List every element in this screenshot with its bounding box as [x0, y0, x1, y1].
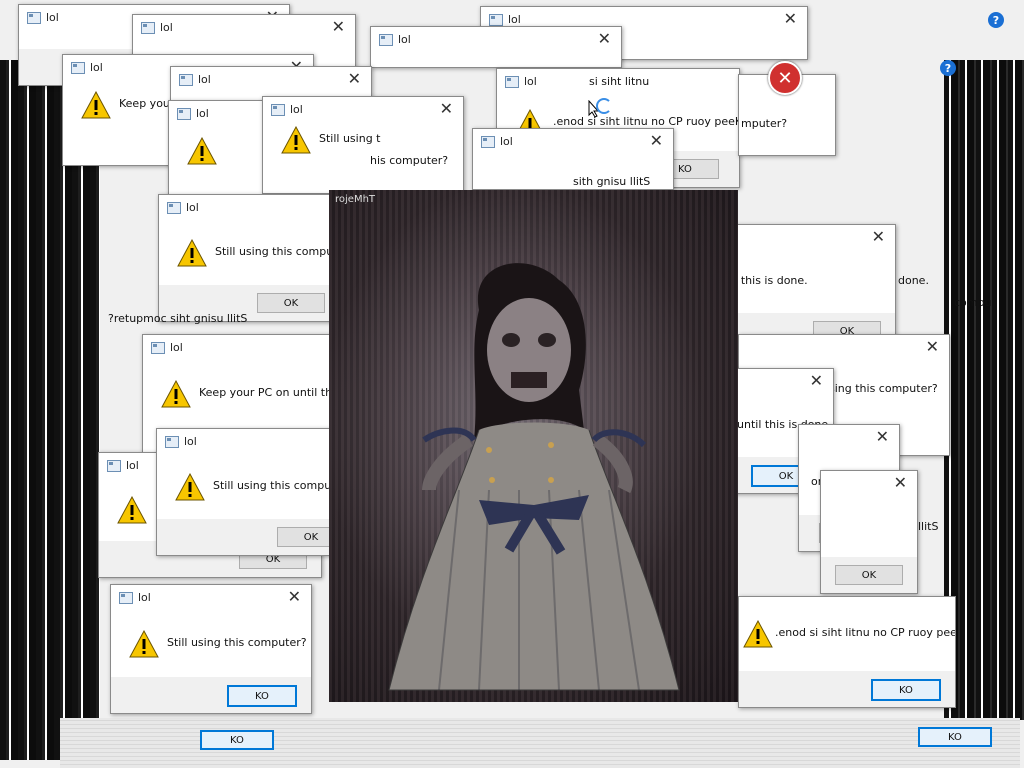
close-icon[interactable]: ✕ [926, 338, 939, 356]
close-icon[interactable]: ✕ [872, 228, 885, 246]
window-title: lol [186, 201, 199, 214]
ok-button[interactable]: KO [227, 685, 297, 707]
message-fragment: his computer? [370, 154, 449, 167]
app-icon [481, 136, 495, 148]
window-title: lol [170, 341, 183, 354]
close-icon[interactable]: ✕ [332, 18, 345, 36]
window-title: lol [524, 75, 537, 88]
close-icon[interactable]: ✕ [784, 10, 797, 28]
warning-icon [129, 630, 159, 658]
close-icon[interactable]: ✕ [650, 132, 663, 150]
message-text: Still using this computer? [215, 245, 339, 258]
message-text: .enod si siht litnu no CP ruoy peeK [553, 115, 740, 128]
message-fragment-mirrored: ?retupmoc siht gnisu llitS [108, 312, 248, 325]
window-title: lol [198, 73, 211, 86]
app-icon [151, 342, 165, 354]
warning-icon [117, 496, 147, 524]
app-icon [107, 460, 121, 472]
app-icon [379, 34, 393, 46]
message-fragment: sith gnisu llitS [573, 175, 651, 188]
app-icon [271, 104, 285, 116]
window-title: lol [398, 33, 411, 46]
message-text: Still using this computer? [167, 636, 307, 649]
window-title: lol [138, 591, 151, 604]
app-icon [505, 76, 519, 88]
close-icon[interactable]: ✕ [288, 588, 301, 606]
window-title: lol [184, 435, 197, 448]
app-icon [165, 436, 179, 448]
app-icon [179, 74, 193, 86]
message-text: .enod si siht litnu no CP ruoy peeK [775, 626, 956, 639]
message-box-mirrored: .enod si siht litnu no CP ruoy peeK KO [738, 596, 956, 708]
error-icon: ✕ [768, 61, 802, 95]
app-icon [167, 202, 181, 214]
app-icon [141, 22, 155, 34]
close-icon[interactable]: ✕ [876, 428, 889, 446]
close-icon[interactable]: ✕ [810, 372, 823, 390]
app-icon [489, 14, 503, 26]
warning-icon [187, 137, 217, 165]
window-title: lol [90, 61, 103, 74]
warning-icon [175, 473, 205, 501]
ok-button[interactable]: OK [257, 293, 325, 313]
app-icon [27, 12, 41, 24]
app-icon [177, 108, 191, 120]
window-title: lol [290, 103, 303, 116]
close-icon[interactable]: ✕ [894, 474, 907, 492]
window-title: lol [196, 107, 209, 120]
message-fragment: compu [954, 296, 992, 309]
warning-icon [281, 126, 311, 154]
message-box: ✕ llitS OK [820, 470, 918, 594]
message-text: sing this computer? [829, 382, 938, 395]
close-icon[interactable]: ✕ [440, 100, 453, 118]
message-box: lol Still using this computer? OK [158, 194, 340, 322]
help-icon[interactable]: ? [988, 12, 1004, 28]
app-icon [119, 592, 133, 604]
warning-icon [161, 380, 191, 408]
message-box: lol ✕ Still using t [262, 96, 464, 194]
ok-button[interactable]: KO [871, 679, 941, 701]
window-title: lol [508, 13, 521, 26]
message-fragment: mputer? [741, 117, 788, 130]
background-window-stack-right [944, 60, 1024, 720]
message-box: lol ✕ sith gnisu llitS [472, 128, 674, 190]
doll-figure [388, 263, 680, 691]
warning-icon [743, 620, 773, 648]
warning-icon [81, 91, 111, 119]
window-title: lol [46, 11, 59, 24]
close-icon[interactable]: ✕ [348, 70, 361, 88]
window-title: lol [126, 459, 139, 472]
warning-icon [177, 239, 207, 267]
title-fragment: si siht litnu [589, 75, 650, 88]
close-icon[interactable]: ✕ [598, 30, 611, 48]
message-box: lol ✕ Still using this computer? KO [110, 584, 312, 714]
ok-button[interactable]: KO [918, 727, 992, 747]
message-fragment: llitS [918, 520, 939, 533]
app-icon [71, 62, 85, 74]
window-title: lol [160, 21, 173, 34]
ok-button[interactable]: KO [200, 730, 274, 750]
window-title: lol [500, 135, 513, 148]
help-icon[interactable]: ? [940, 60, 956, 76]
message-text: Keep your [119, 97, 175, 110]
ok-button[interactable]: OK [835, 565, 903, 585]
message-text: Still using t [319, 132, 381, 145]
message-box: lol ✕ [370, 26, 622, 68]
creepy-doll-photo: rojeMhT [329, 190, 738, 702]
busy-spinner-icon [596, 98, 612, 114]
message-fragment: done. [898, 274, 929, 287]
